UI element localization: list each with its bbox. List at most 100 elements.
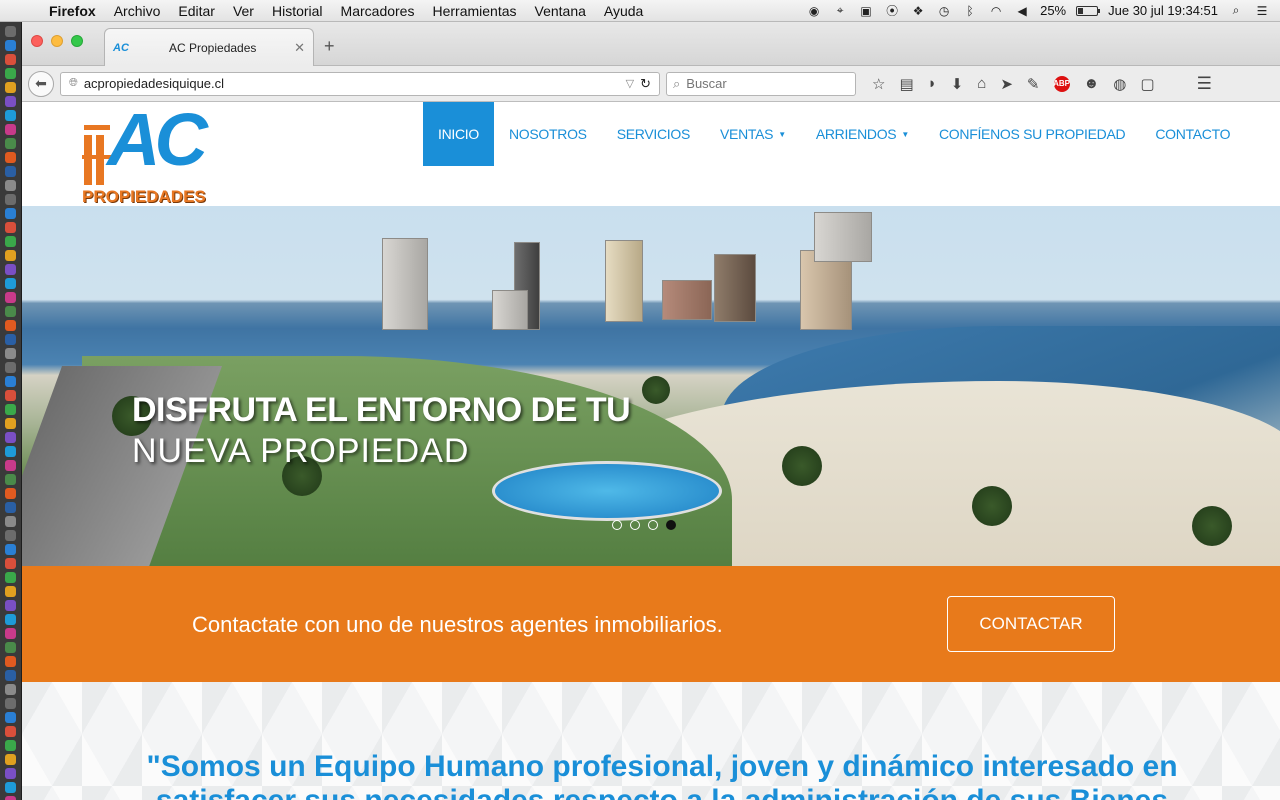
reading-list-icon[interactable]: ▤ — [899, 75, 913, 93]
nav-ventas[interactable]: VENTAS ▼ — [705, 102, 801, 166]
menu-archivo[interactable]: Archivo — [105, 3, 170, 19]
screen-icon[interactable]: ▣ — [858, 4, 874, 18]
location-icon[interactable]: ⌖ — [832, 3, 848, 18]
dock-app-icon[interactable] — [5, 404, 16, 415]
bookmark-star-icon[interactable]: ☆ — [872, 75, 885, 93]
slider-dot[interactable] — [666, 520, 676, 530]
downloads-icon[interactable]: ⬇ — [951, 75, 964, 93]
dock-app-icon[interactable] — [5, 292, 16, 303]
menubar-clock[interactable]: Jue 30 jul 19:34:51 — [1108, 3, 1218, 18]
wifi-icon[interactable]: ◠ — [988, 4, 1004, 18]
dock-app-icon[interactable] — [5, 110, 16, 121]
dock-app-icon[interactable] — [5, 642, 16, 653]
dock-app-icon[interactable] — [5, 418, 16, 429]
search-input[interactable] — [686, 76, 837, 91]
battery-icon[interactable] — [1076, 5, 1101, 16]
dock-app-icon[interactable] — [5, 222, 16, 233]
dock-app-icon[interactable] — [5, 306, 16, 317]
menu-editar[interactable]: Editar — [169, 3, 224, 19]
nav-servicios[interactable]: SERVICIOS — [602, 102, 705, 166]
menu-ver[interactable]: Ver — [224, 3, 263, 19]
dock-app-icon[interactable] — [5, 740, 16, 751]
adblock-icon[interactable]: ABP — [1053, 75, 1070, 92]
dock-app-icon[interactable] — [5, 334, 16, 345]
dock-app-icon[interactable] — [5, 250, 16, 261]
dock-app-icon[interactable] — [5, 586, 16, 597]
window-maximize-button[interactable] — [71, 35, 83, 47]
dock-app-icon[interactable] — [5, 26, 16, 37]
new-tab-button[interactable]: + — [324, 36, 335, 57]
hero-slider[interactable]: DISFRUTA EL ENTORNO DE TU NUEVA PROPIEDA… — [22, 206, 1280, 566]
menu-ventana[interactable]: Ventana — [526, 3, 595, 19]
dock-app-icon[interactable] — [5, 152, 16, 163]
dock-app-icon[interactable] — [5, 684, 16, 695]
site-logo[interactable]: AC PROPIEDADES — [82, 103, 217, 206]
dock-app-icon[interactable] — [5, 796, 16, 800]
dock-app-icon[interactable] — [5, 40, 16, 51]
search-bar[interactable]: ⌕ — [666, 71, 856, 96]
nav-confienos-su-propiedad[interactable]: CONFÍENOS SU PROPIEDAD — [924, 102, 1140, 166]
dock-app-icon[interactable] — [5, 656, 16, 667]
dock-app-icon[interactable] — [5, 628, 16, 639]
dock-app-icon[interactable] — [5, 264, 16, 275]
pocket-icon[interactable]: ◗ — [928, 75, 937, 92]
dock-app-icon[interactable] — [5, 54, 16, 65]
menu-app-firefox[interactable]: Firefox — [40, 3, 105, 19]
dock-app-icon[interactable] — [5, 446, 16, 457]
slider-dot[interactable] — [648, 520, 658, 530]
nav-arriendos[interactable]: ARRIENDOS ▼ — [801, 102, 924, 166]
dock-app-icon[interactable] — [5, 726, 16, 737]
dock-app-icon[interactable] — [5, 390, 16, 401]
dock-app-icon[interactable] — [5, 782, 16, 793]
dock-app-icon[interactable] — [5, 236, 16, 247]
slider-dot[interactable] — [612, 520, 622, 530]
dock-app-icon[interactable] — [5, 180, 16, 191]
dock-app-icon[interactable] — [5, 712, 16, 723]
dock-app-icon[interactable] — [5, 124, 16, 135]
dock-app-icon[interactable] — [5, 348, 16, 359]
nav-inicio[interactable]: INICIO — [423, 102, 494, 166]
dock-app-icon[interactable] — [5, 376, 16, 387]
menu-historial[interactable]: Historial — [263, 3, 332, 19]
dock-app-icon[interactable] — [5, 698, 16, 709]
dock-app-icon[interactable] — [5, 572, 16, 583]
chat-icon[interactable]: ☻ — [1084, 75, 1100, 92]
spotlight-icon[interactable]: ⌕ — [1228, 3, 1244, 18]
menu-ayuda[interactable]: Ayuda — [595, 3, 652, 19]
bluetooth-icon[interactable]: ᛒ — [962, 4, 978, 18]
record-icon[interactable]: ⦿ — [884, 4, 900, 18]
dock-app-icon[interactable] — [5, 600, 16, 611]
dock-app-icon[interactable] — [5, 544, 16, 555]
dock-app-icon[interactable] — [5, 502, 16, 513]
window-close-button[interactable] — [31, 35, 43, 47]
nav-contacto[interactable]: CONTACTO — [1140, 102, 1245, 166]
time-machine-icon[interactable]: ◷ — [936, 4, 952, 18]
tab-ac-propiedades[interactable]: AC AC Propiedades ✕ — [104, 28, 314, 66]
nav-nosotros[interactable]: NOSOTROS — [494, 102, 602, 166]
dock-app-icon[interactable] — [5, 194, 16, 205]
dropbox-icon[interactable]: ❖ — [910, 4, 926, 18]
extension-icon[interactable]: ✎ — [1027, 75, 1040, 93]
sidebar-icon[interactable]: ▢ — [1140, 75, 1154, 93]
notification-center-icon[interactable]: ☰ — [1254, 4, 1270, 18]
slider-dot[interactable] — [630, 520, 640, 530]
dock-app-icon[interactable] — [5, 82, 16, 93]
dock-app-icon[interactable] — [5, 754, 16, 765]
dock-app-icon[interactable] — [5, 768, 16, 779]
dock-app-icon[interactable] — [5, 68, 16, 79]
dock-app-icon[interactable] — [5, 516, 16, 527]
dock-app-icon[interactable] — [5, 166, 16, 177]
share-icon[interactable]: ➤ — [1000, 75, 1013, 93]
firebug-icon[interactable]: ◍ — [1113, 75, 1126, 93]
site-identity-icon[interactable]: 🌐︎ — [69, 77, 78, 90]
window-minimize-button[interactable] — [51, 35, 63, 47]
url-bar[interactable]: 🌐︎ acpropiedadesiquique.cl ▽ ↻ — [60, 71, 660, 96]
contactar-button[interactable]: CONTACTAR — [947, 596, 1115, 652]
url-dropdown-icon[interactable]: ▽ — [626, 77, 634, 90]
dock-app-icon[interactable] — [5, 362, 16, 373]
dock-app-icon[interactable] — [5, 460, 16, 471]
dock-app-icon[interactable] — [5, 96, 16, 107]
tab-close-icon[interactable]: ✕ — [294, 40, 305, 56]
dock-app-icon[interactable] — [5, 320, 16, 331]
dock-app-icon[interactable] — [5, 558, 16, 569]
